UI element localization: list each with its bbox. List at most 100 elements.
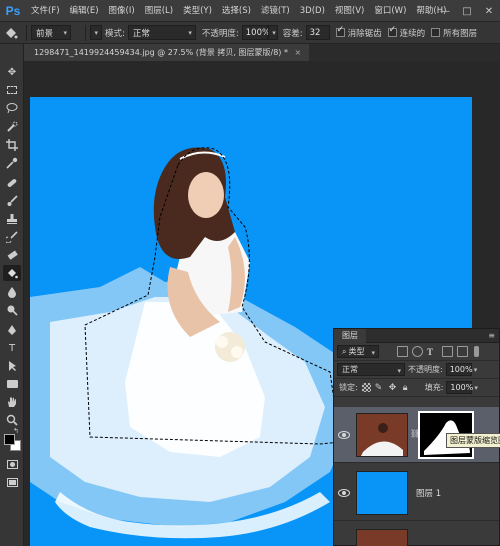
marquee-tool-icon[interactable] [3,82,21,98]
opacity-label: 不透明度: [201,28,239,39]
fill-label: 填充: [424,383,444,392]
layer-row[interactable]: ⛓︎ 图层蒙版缩览图 [334,407,500,463]
hand-tool-icon[interactable] [3,394,21,410]
foreground-color-swatch[interactable] [4,434,15,445]
blend-mode-dropdown[interactable]: 正常 ▾ [127,25,196,40]
history-brush-tool-icon[interactable] [3,229,21,245]
healing-brush-tool-icon[interactable] [3,175,21,191]
paint-bucket-tool-preset-icon[interactable] [0,26,22,40]
crop-tool-icon[interactable] [3,137,21,153]
antialias-label: 消除锯齿 [347,28,382,39]
paint-bucket-tool-icon[interactable] [3,265,21,281]
maximize-button[interactable]: □ [456,0,478,22]
blend-row: 正常 ▾ 不透明度: 100% ▾ [334,361,499,379]
eye-icon[interactable] [338,431,350,439]
menu-view[interactable]: 视图(V) [330,0,369,22]
brush-tool-icon[interactable] [3,193,21,209]
lasso-tool-icon[interactable] [3,100,21,116]
photoshop-logo: Ps [5,3,21,18]
menu-select[interactable]: 选择(S) [217,0,256,22]
menu-file[interactable]: 文件(F) [26,0,65,22]
lock-transparency-icon[interactable] [361,383,371,392]
opacity-field[interactable]: 100% [241,25,270,40]
layer-opacity-label: 不透明度: [408,365,443,374]
document-tab[interactable]: 1298471_1419924459434.jpg @ 27.5% (背景 拷贝… [24,44,310,61]
layer-filter-dropdown[interactable]: ⌕ 类型 ▾ [337,345,379,358]
layer-row[interactable] [334,523,499,546]
blend-mode-value: 正常 [132,28,150,39]
menu-type[interactable]: 类型(Y) [178,0,217,22]
contiguous-checkbox[interactable] [387,25,397,37]
close-window-button[interactable]: ✕ [478,0,500,22]
layer-blend-mode-dropdown[interactable]: 正常 ▾ [337,363,405,376]
blur-tool-icon[interactable] [3,284,21,300]
eraser-tool-icon[interactable] [3,247,21,263]
toolbar: ✥ T ↰ [0,44,24,546]
type-tool-icon[interactable]: T [3,340,21,356]
tolerance-label: 容差: [282,28,303,39]
quick-select-tool-icon[interactable] [3,119,21,135]
layer-thumbnail[interactable] [356,413,408,457]
lock-all-icon[interactable]: 🔒︎ [403,383,413,393]
menu-window[interactable]: 窗口(W) [369,0,411,22]
menu-image[interactable]: 图像(I) [104,0,140,22]
type-filter-icon[interactable]: T [427,347,438,357]
menu-bar: Ps 文件(F) 编辑(E) 图像(I) 图层(L) 类型(Y) 选择(S) 滤… [0,0,500,22]
all-layers-label: 所有图层 [443,28,478,39]
eye-icon[interactable] [338,489,350,497]
lock-pixels-icon[interactable]: ✎ [375,383,385,393]
pattern-picker[interactable]: ▾ [90,25,102,40]
layer-filter-value: 类型 [348,347,365,356]
shape-filter-icon[interactable] [442,346,453,357]
lock-label: 锁定: [339,383,358,392]
adjustment-filter-icon[interactable] [412,346,423,357]
menu-3d[interactable]: 3D(D) [295,0,330,22]
filter-toggle-icon[interactable] [474,346,479,357]
document-tab-bar: 1298471_1419924459434.jpg @ 27.5% (背景 拷贝… [24,44,500,61]
contiguous-label: 连续的 [399,28,426,39]
search-icon: ⌕ [342,346,347,356]
panel-menu-icon[interactable]: ≡ [488,331,495,340]
move-tool-icon[interactable]: ✥ [3,64,21,80]
opacity-slider-toggle[interactable]: ▾ [267,25,278,40]
fill-source-value: 前景 [36,28,54,39]
tolerance-field[interactable]: 32 [305,25,330,40]
shape-tool-icon[interactable] [3,376,21,392]
menu-filter[interactable]: 滤镜(T) [256,0,295,22]
fill-field[interactable]: 100% [446,381,473,394]
document-title: 1298471_1419924459434.jpg @ 27.5% (背景 拷贝… [34,48,288,57]
zoom-tool-icon[interactable] [3,412,21,428]
dodge-tool-icon[interactable] [3,302,21,318]
layer-row[interactable]: 图层 1 [334,465,499,521]
minimize-button[interactable]: — [434,0,456,22]
mode-label: 模式: [105,28,125,39]
fill-arrow-icon[interactable]: ▾ [474,384,478,392]
path-select-tool-icon[interactable] [3,358,21,374]
layer-opacity-arrow-icon[interactable]: ▾ [474,366,478,374]
all-layers-checkbox[interactable] [431,28,441,37]
layer-thumbnail[interactable] [356,471,408,515]
lock-position-icon[interactable]: ✥ [389,383,399,393]
quick-mask-icon[interactable] [3,456,21,472]
close-tab-icon[interactable]: × [295,48,302,57]
pixel-filter-icon[interactable] [397,346,408,357]
layer-blend-mode-value: 正常 [342,365,358,374]
lock-row: 锁定: ✎ ✥ 🔒︎ 填充: 100% ▾ [334,379,499,397]
options-bar: 前景▾ ▾ 模式: 正常▾ 不透明度: 100% ▾ 容差: 32 消除锯齿 连… [0,22,500,44]
layer-thumbnail[interactable] [356,529,408,546]
layers-tab[interactable]: 图层 [334,328,366,343]
antialias-checkbox[interactable] [335,25,345,37]
mask-tooltip: 图层蒙版缩览图 [446,433,500,448]
fill-source-dropdown[interactable]: 前景 ▾ [31,25,71,40]
menu-layer[interactable]: 图层(L) [140,0,178,22]
eyedropper-tool-icon[interactable] [3,155,21,171]
screen-mode-icon[interactable] [3,474,21,490]
menu-edit[interactable]: 编辑(E) [65,0,104,22]
layers-panel: 图层 ≡ ⌕ 类型 ▾ T 正常 ▾ 不透明度: 100% ▾ 锁定: ✎ ✥ 🔒︎ … [333,328,500,546]
layers-panel-header: 图层 ≡ [334,328,499,343]
clone-stamp-tool-icon[interactable] [3,211,21,227]
pen-tool-icon[interactable] [3,322,21,338]
layer-name[interactable]: 图层 1 [416,487,441,499]
layer-opacity-field[interactable]: 100% [445,363,473,376]
smart-object-filter-icon[interactable] [457,346,468,357]
